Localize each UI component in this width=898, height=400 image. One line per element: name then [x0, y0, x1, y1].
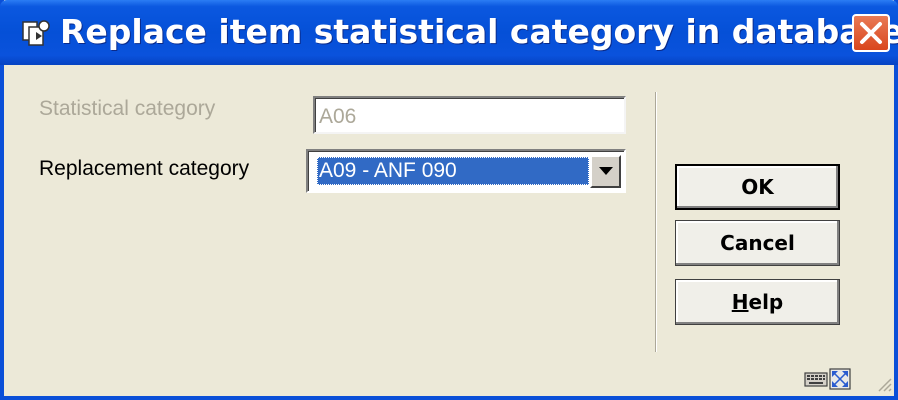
resize-icon[interactable] [829, 368, 851, 390]
ok-button[interactable]: OK [675, 164, 840, 210]
app-icon [20, 18, 52, 50]
close-icon [860, 22, 882, 44]
statistical-category-label: Statistical category [39, 97, 216, 120]
close-button[interactable] [852, 14, 890, 52]
title-bar[interactable]: Replace item statistical category in dat… [0, 0, 898, 65]
help-button[interactable]: Help [675, 279, 840, 325]
replacement-category-value[interactable]: A09 - ANF 090 [317, 157, 589, 185]
vertical-divider [655, 92, 657, 352]
help-mnemonic: H [731, 290, 749, 314]
chevron-down-icon [599, 167, 613, 175]
dropdown-button[interactable] [590, 155, 621, 188]
resize-grip-icon[interactable] [874, 374, 892, 392]
window-title: Replace item statistical category in dat… [60, 12, 898, 51]
help-label-rest: elp [748, 290, 784, 314]
replacement-category-dropdown[interactable]: A09 - ANF 090 [306, 149, 626, 193]
keyboard-icon[interactable] [804, 370, 828, 388]
cancel-button[interactable]: Cancel [675, 220, 840, 266]
statistical-category-field: A06 [313, 96, 626, 134]
replacement-category-label: Replacement category [39, 157, 250, 180]
dialog-window: Replace item statistical category in dat… [0, 0, 898, 400]
